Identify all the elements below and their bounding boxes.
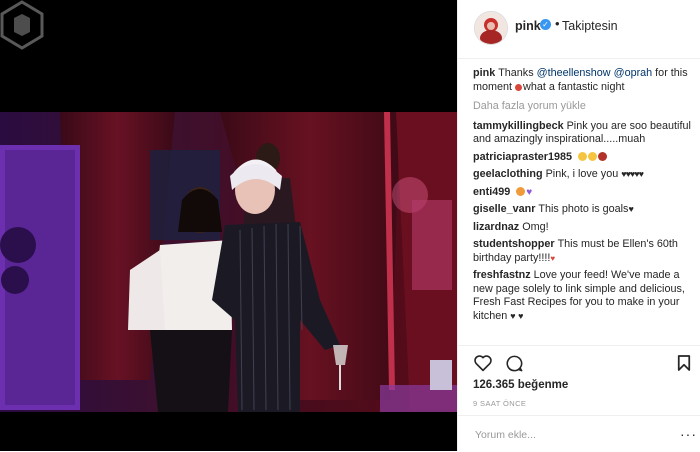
heart-outline-icon[interactable] (473, 354, 493, 372)
avatar[interactable] (474, 11, 508, 45)
comment-username[interactable]: studentshopper (473, 238, 555, 250)
post-side-panel: pink ✓ • Takiptesin pink Thanks @theellen… (457, 0, 700, 451)
likes-count[interactable]: 126.365 beğenme (473, 379, 568, 391)
comment-input[interactable] (473, 426, 672, 444)
heart-emoji-icon: ♥ (550, 253, 556, 263)
comment-item: tammykillingbeck Pink you are soo beautif… (473, 120, 695, 147)
black-hearts-emoji-icon: ♥♥♥♥♥ (621, 169, 644, 179)
watermark-logo-icon (0, 0, 44, 50)
comment-text: Pink, i love you (545, 168, 619, 180)
bookmark-icon[interactable] (677, 354, 691, 372)
action-bar (458, 345, 700, 380)
comment-text: This photo is goals (538, 203, 629, 215)
caption-username[interactable]: pink (473, 67, 495, 79)
comment-item: geelaclothing Pink, i love you ♥♥♥♥♥ (473, 168, 695, 182)
verified-badge-icon: ✓ (540, 19, 551, 30)
header-username[interactable]: pink (515, 19, 541, 33)
speech-bubble-icon[interactable] (505, 354, 524, 373)
mention-theellenshow[interactable]: @theellenshow (537, 67, 611, 79)
comments-list: pink Thanks @theellenshow @oprah for this… (473, 67, 695, 327)
comment-username[interactable]: enti499 (473, 186, 510, 198)
instagram-post-view: pink ✓ • Takiptesin pink Thanks @theellen… (0, 0, 700, 451)
comment-item: giselle_vanr This photo is goals♥ (473, 203, 695, 217)
black-hearts-emoji-icon: ♥ ♥ (510, 310, 524, 321)
comment-username[interactable]: patriciapraster1985 (473, 151, 572, 163)
post-timestamp[interactable]: 9 SAAT ÖNCE (473, 399, 526, 408)
post-photo[interactable] (0, 0, 457, 451)
mention-oprah[interactable]: @oprah (614, 67, 653, 79)
comment-text: Omg! (522, 220, 549, 233)
add-comment-bar: ··· (458, 415, 700, 452)
more-options-icon[interactable]: ··· (680, 426, 697, 442)
caption-text-c: what a fantastic night (523, 80, 625, 93)
heart-emoji-icon (515, 83, 523, 91)
profile-picture-icon (475, 12, 507, 44)
smile-emoji-icon (588, 151, 598, 161)
comment-item: freshfastnz Love your feed! We've made a … (473, 269, 695, 323)
comment-item: patriciapraster1985 (473, 151, 695, 165)
black-heart-emoji-icon: ♥ (628, 204, 634, 214)
load-more-comments-link[interactable]: Daha fazla yorum yükle (473, 100, 695, 114)
comment-username[interactable]: geelaclothing (473, 168, 543, 180)
caption-text-a: Thanks (498, 67, 537, 79)
header-separator-dot: • (555, 16, 560, 31)
comment-username[interactable]: giselle_vanr (473, 203, 535, 215)
post-header: pink ✓ • Takiptesin (458, 0, 700, 59)
follow-status-button[interactable]: Takiptesin (562, 19, 618, 33)
party-photo-illustration (0, 0, 457, 451)
lips-emoji-icon (598, 151, 608, 161)
thumbs-up-emoji-icon (578, 151, 588, 161)
comment-item: lizardnaz Omg! (473, 221, 695, 235)
comment-username[interactable]: tammykillingbeck (473, 120, 564, 132)
comment-item: studentshopper This must be Ellen's 60th … (473, 238, 695, 265)
heart-eyes-emoji-icon (516, 186, 526, 196)
comment-username[interactable]: freshfastnz (473, 269, 531, 281)
caption: pink Thanks @theellenshow @oprah for this… (473, 67, 695, 94)
purple-heart-emoji-icon: ♥ (526, 186, 533, 198)
comment-item: enti499 ♥ (473, 186, 695, 200)
comment-username[interactable]: lizardnaz (473, 221, 519, 233)
